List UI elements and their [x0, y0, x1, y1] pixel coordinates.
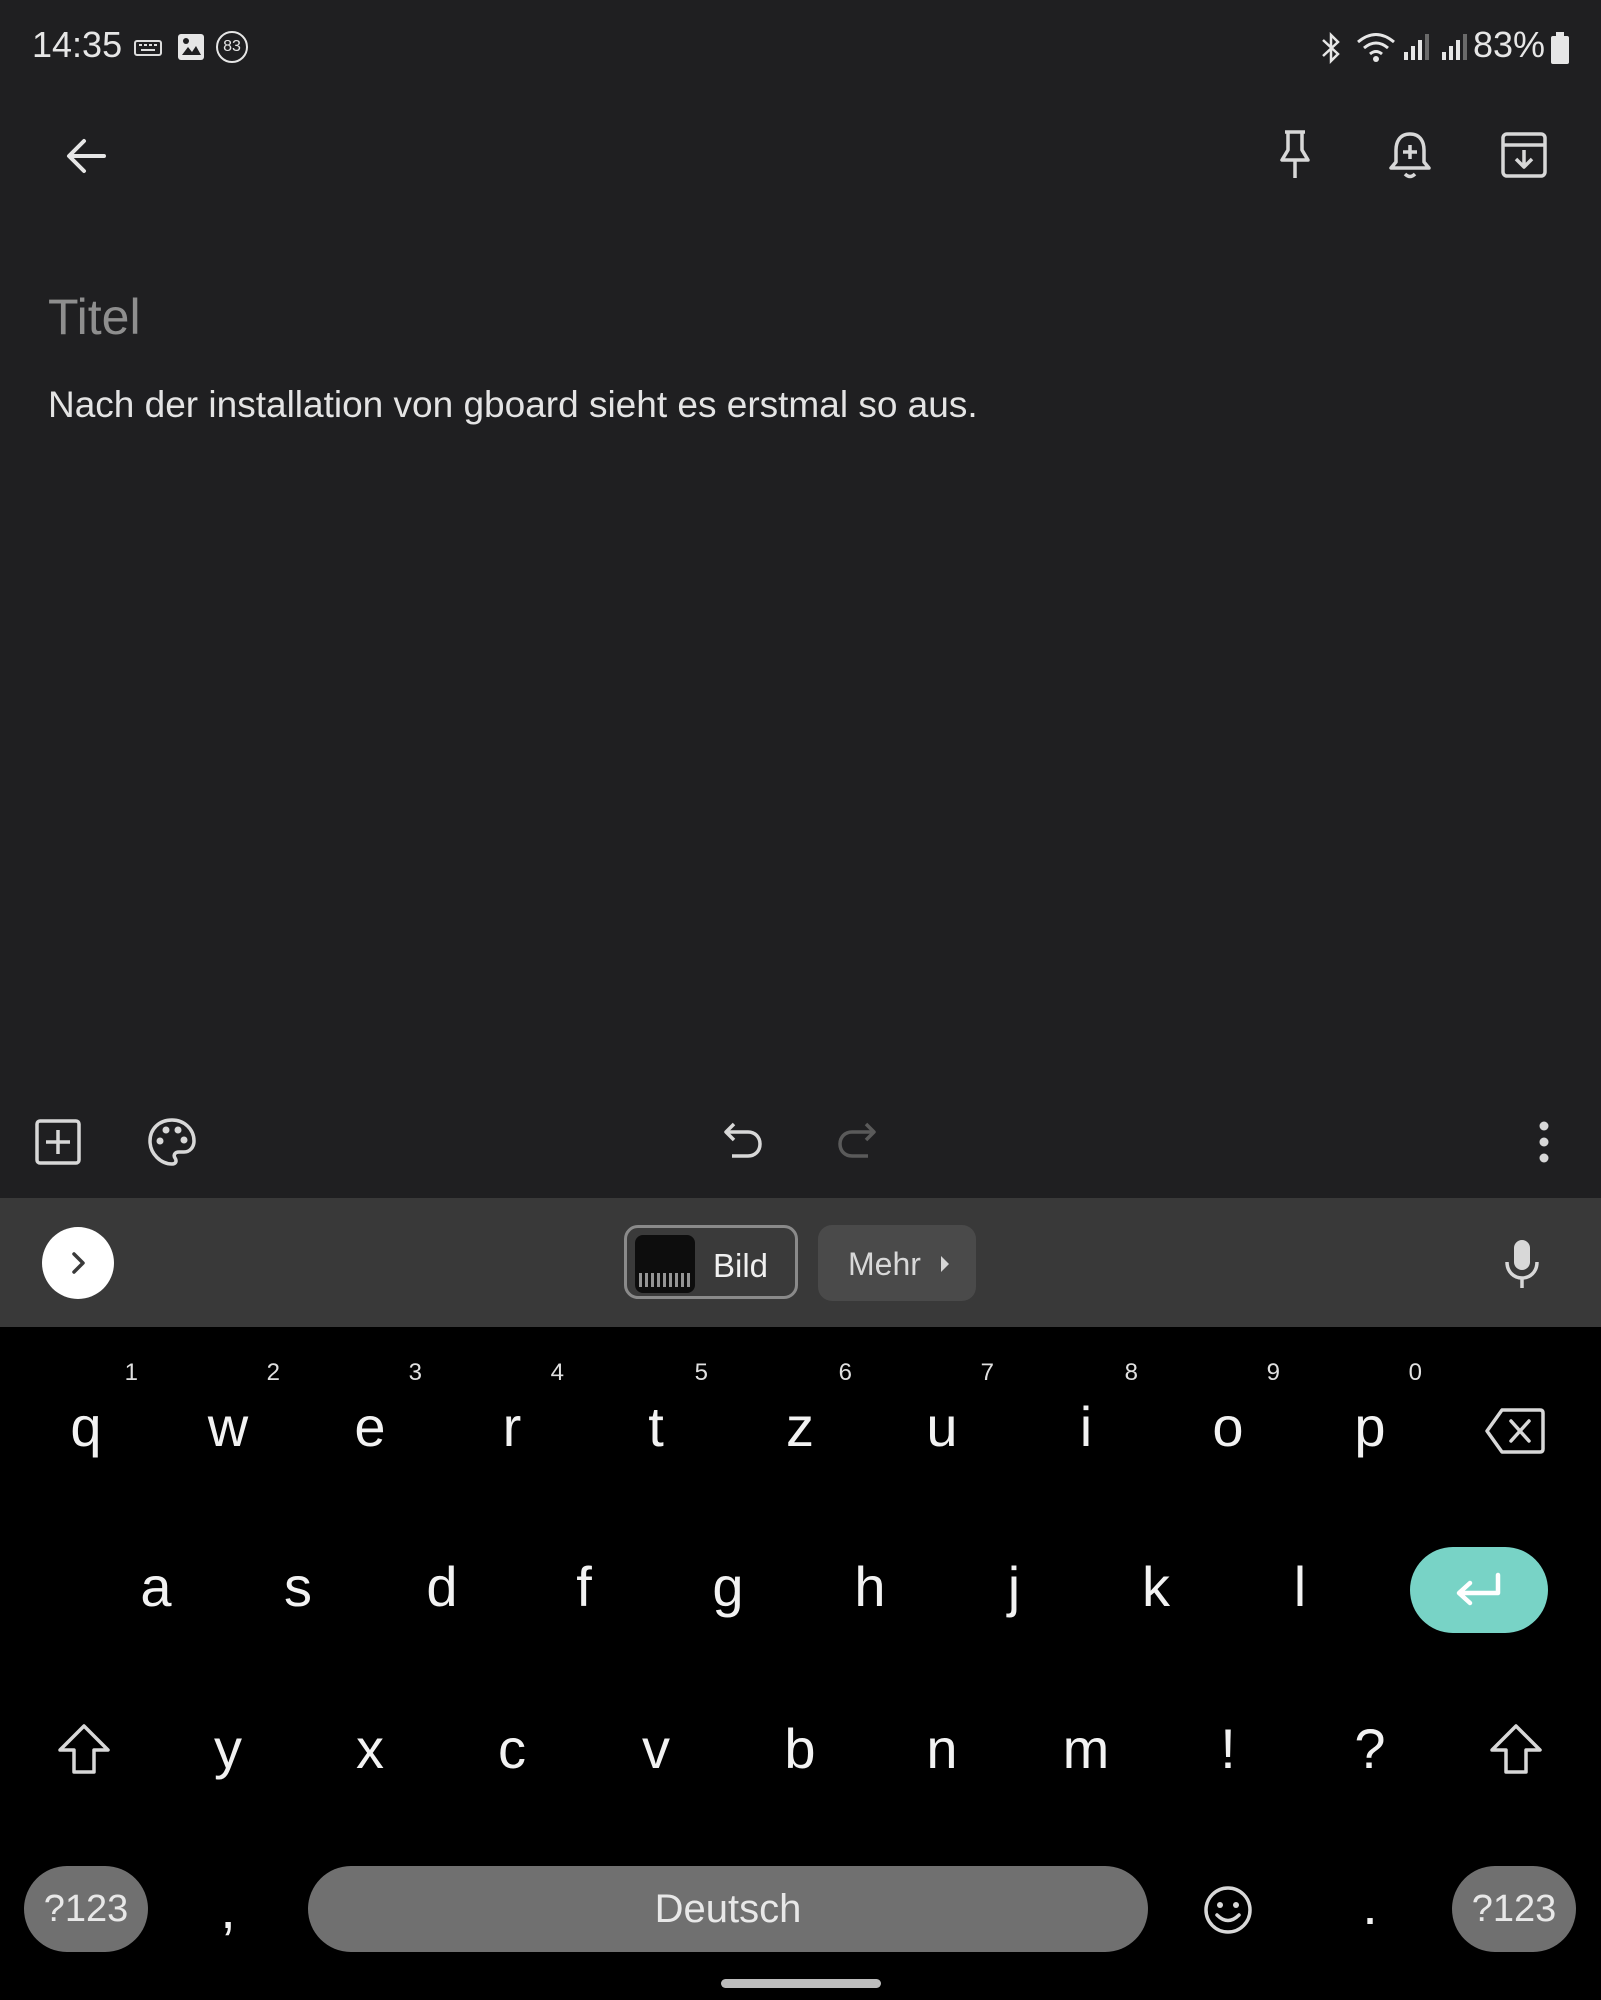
- key-m[interactable]: m: [1026, 1694, 1146, 1804]
- key-k[interactable]: k: [1096, 1532, 1216, 1642]
- battery-icon: [1550, 31, 1570, 65]
- key-t[interactable]: t5: [596, 1359, 716, 1482]
- battery-percentage: 83%: [1472, 24, 1545, 65]
- key-a[interactable]: a: [96, 1532, 216, 1642]
- key-x[interactable]: x: [310, 1694, 430, 1804]
- backspace-icon[interactable]: [1484, 1406, 1546, 1456]
- note-body-text[interactable]: Nach der installation von gboard sieht e…: [48, 384, 978, 426]
- key-q[interactable]: q1: [26, 1359, 146, 1482]
- key-v[interactable]: v: [596, 1694, 716, 1804]
- bluetooth-icon: [1316, 30, 1346, 66]
- home-indicator[interactable]: [721, 1979, 881, 1988]
- space-bar[interactable]: Deutsch: [308, 1866, 1148, 1952]
- microphone-icon[interactable]: [1502, 1238, 1542, 1290]
- archive-icon[interactable]: [1498, 130, 1550, 180]
- key-g[interactable]: g: [668, 1532, 788, 1642]
- notification-count-badge: 83: [216, 31, 248, 63]
- image-notification-icon: [176, 32, 206, 62]
- key-e[interactable]: e3: [310, 1359, 430, 1482]
- add-reminder-icon[interactable]: [1384, 128, 1436, 182]
- key-f[interactable]: f: [524, 1532, 644, 1642]
- keyboard-suggestion-bar: [0, 1198, 1601, 1327]
- palette-icon[interactable]: [146, 1116, 198, 1168]
- wifi-icon: [1355, 30, 1397, 64]
- key-y[interactable]: y: [168, 1694, 288, 1804]
- key-b[interactable]: b: [740, 1694, 860, 1804]
- symbols-key-right[interactable]: ?123: [1452, 1866, 1576, 1952]
- key-i[interactable]: i8: [1026, 1359, 1146, 1482]
- note-title-input[interactable]: Titel: [48, 288, 141, 346]
- key-question[interactable]: ?: [1310, 1694, 1430, 1804]
- redo-icon[interactable]: [834, 1118, 878, 1162]
- enter-arrow-icon: [1456, 1572, 1501, 1606]
- key-d[interactable]: d: [382, 1532, 502, 1642]
- key-o[interactable]: o9: [1168, 1359, 1288, 1482]
- key-r[interactable]: r4: [452, 1359, 572, 1482]
- status-time: 14:35: [32, 24, 123, 65]
- screenshot-thumbnail: [635, 1235, 695, 1293]
- image-chip-label: Bild: [713, 1247, 769, 1284]
- chevron-right-icon: [72, 1252, 85, 1274]
- image-suggestion-chip[interactable]: Bild: [624, 1225, 798, 1299]
- keyboard-indicator-icon: [134, 38, 162, 58]
- undo-icon[interactable]: [722, 1118, 766, 1162]
- signal-strength-icon-2: [1440, 32, 1468, 62]
- key-period[interactable]: .: [1310, 1850, 1430, 1960]
- emoji-icon[interactable]: [1202, 1884, 1254, 1936]
- more-options-icon[interactable]: [1532, 1118, 1556, 1166]
- key-w[interactable]: w2: [168, 1359, 288, 1482]
- key-n[interactable]: n: [882, 1694, 1002, 1804]
- key-exclamation[interactable]: !: [1168, 1694, 1288, 1804]
- enter-key[interactable]: [1410, 1547, 1548, 1633]
- keyboard-expand-button[interactable]: [42, 1227, 114, 1299]
- more-chip-label: Mehr: [848, 1246, 921, 1282]
- add-box-icon[interactable]: [34, 1118, 82, 1166]
- back-arrow-icon[interactable]: [60, 130, 112, 182]
- key-h[interactable]: h: [810, 1532, 930, 1642]
- shift-right-icon[interactable]: [1488, 1722, 1544, 1776]
- key-j[interactable]: j: [954, 1532, 1074, 1642]
- key-s[interactable]: s: [238, 1532, 358, 1642]
- caret-right-icon: [941, 1256, 949, 1272]
- pin-icon[interactable]: [1270, 128, 1320, 182]
- shift-left-icon[interactable]: [56, 1722, 112, 1776]
- symbols-key-left[interactable]: ?123: [24, 1866, 148, 1952]
- signal-strength-icon-1: [1402, 32, 1430, 62]
- more-suggestions-chip[interactable]: Mehr: [818, 1225, 976, 1301]
- key-p[interactable]: p0: [1310, 1359, 1430, 1482]
- key-u[interactable]: u7: [882, 1359, 1002, 1482]
- key-z[interactable]: z6: [740, 1359, 860, 1482]
- key-l[interactable]: l: [1240, 1532, 1360, 1642]
- key-c[interactable]: c: [452, 1694, 572, 1804]
- key-comma[interactable]: ,: [168, 1854, 288, 1964]
